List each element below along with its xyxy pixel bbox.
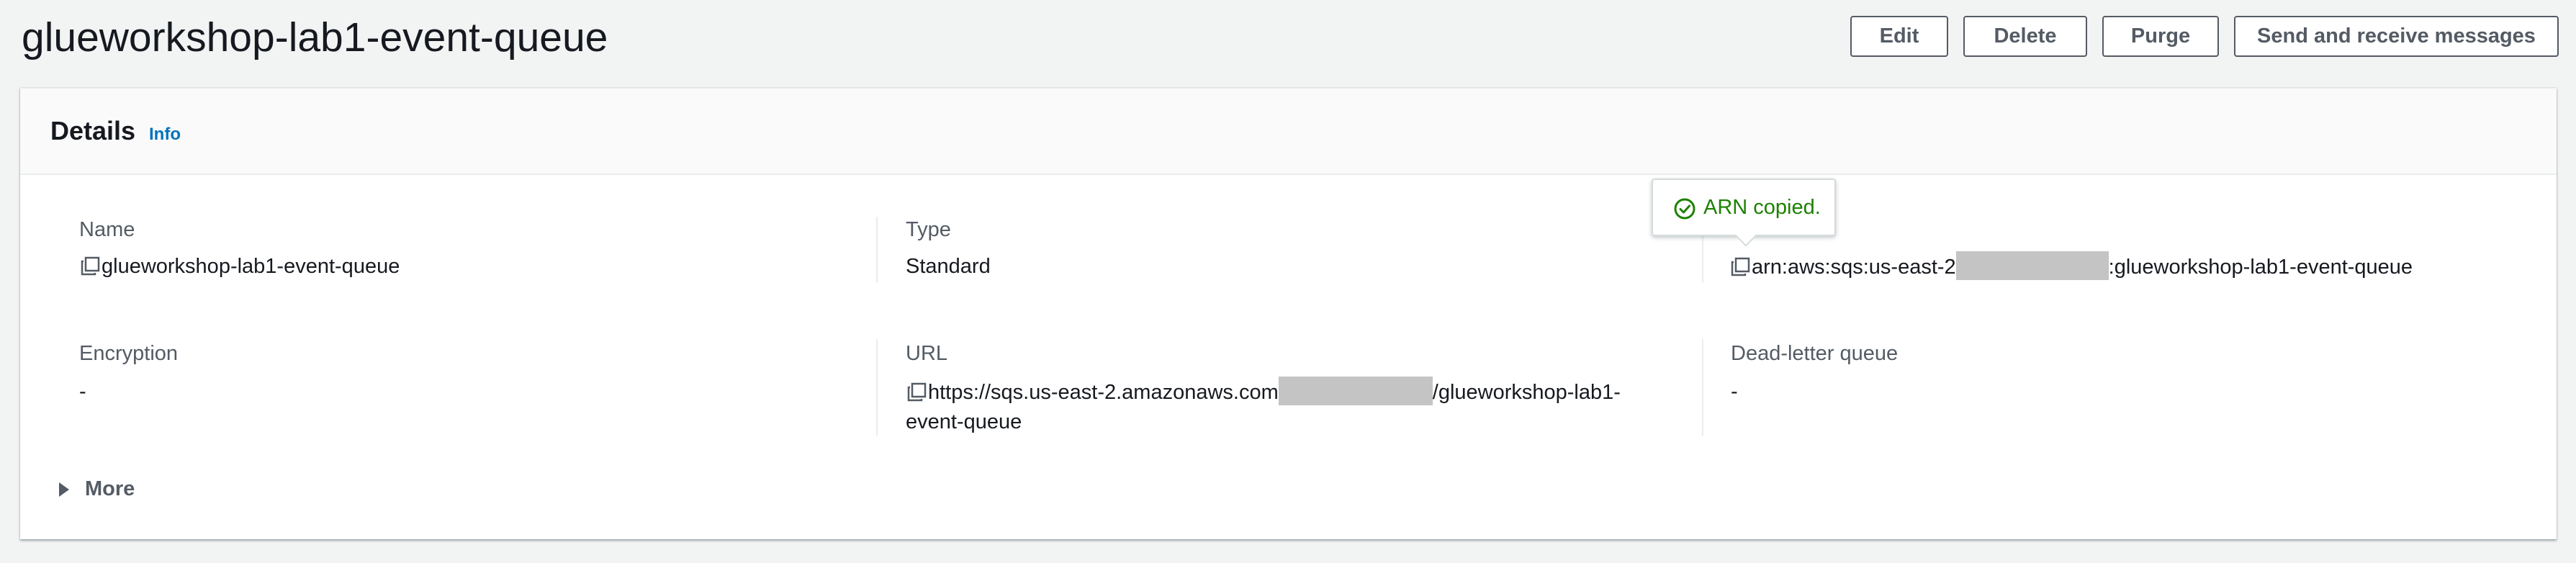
url-value-continued: event-queue <box>906 410 1022 433</box>
caret-right-icon <box>59 482 69 497</box>
type-value: Standard <box>906 255 991 278</box>
redacted-account-id <box>1278 377 1433 405</box>
page-header: glueworkshop-lab1-event-queue Edit Delet… <box>22 0 2559 78</box>
url-prefix-text: https://sqs.us-east-2.amazonaws.com <box>928 381 1279 404</box>
more-expander[interactable]: More <box>59 477 135 501</box>
column-divider <box>876 217 878 283</box>
send-receive-messages-button[interactable]: Send and receive messages <box>2234 16 2559 57</box>
name-value: glueworkshop-lab1-event-queue <box>81 251 400 282</box>
encryption-label: Encryption <box>79 342 179 365</box>
queue-name-text: glueworkshop-lab1-event-queue <box>102 255 400 278</box>
copy-icon[interactable] <box>81 256 100 276</box>
info-link[interactable]: Info <box>149 125 181 145</box>
arn-prefix-text: arn:aws:sqs:us-east-2 <box>1752 256 1956 279</box>
page-title: glueworkshop-lab1-event-queue <box>22 14 608 60</box>
arn-copied-tooltip: ARN copied. <box>1652 179 1836 247</box>
delete-button[interactable]: Delete <box>1963 16 2087 57</box>
column-divider <box>1702 339 1703 436</box>
name-label: Name <box>79 218 135 241</box>
encryption-value: - <box>79 380 86 403</box>
tooltip-text: ARN copied. <box>1703 196 1821 219</box>
check-circle-icon <box>1674 198 1695 220</box>
details-panel: Details Info Name glueworkshop-lab1-even… <box>20 88 2557 539</box>
type-label: Type <box>906 218 951 241</box>
url-suffix-text: /glueworkshop-lab1- <box>1432 381 1621 404</box>
url-label: URL <box>906 342 948 365</box>
dead-letter-queue-label: Dead-letter queue <box>1731 342 1899 365</box>
copy-arn-icon[interactable] <box>1731 257 1750 276</box>
purge-button[interactable]: Purge <box>2102 16 2219 57</box>
dead-letter-queue-value: - <box>1731 380 1738 403</box>
arn-suffix-text: :glueworkshop-lab1-event-queue <box>2108 256 2413 279</box>
url-value: https://sqs.us-east-2.amazonaws.com/glue… <box>907 377 1621 407</box>
details-title: Details <box>50 116 136 145</box>
details-panel-header: Details Info <box>20 89 2557 175</box>
header-actions: Edit Delete Purge Send and receive messa… <box>1850 16 2559 57</box>
edit-button[interactable]: Edit <box>1850 16 1948 57</box>
arn-value: arn:aws:sqs:us-east-2 :glueworkshop-lab1-… <box>1731 251 2413 282</box>
copy-url-icon[interactable] <box>907 382 927 402</box>
more-label: More <box>85 477 135 500</box>
column-divider <box>876 339 878 436</box>
redacted-account-id <box>1955 251 2109 280</box>
